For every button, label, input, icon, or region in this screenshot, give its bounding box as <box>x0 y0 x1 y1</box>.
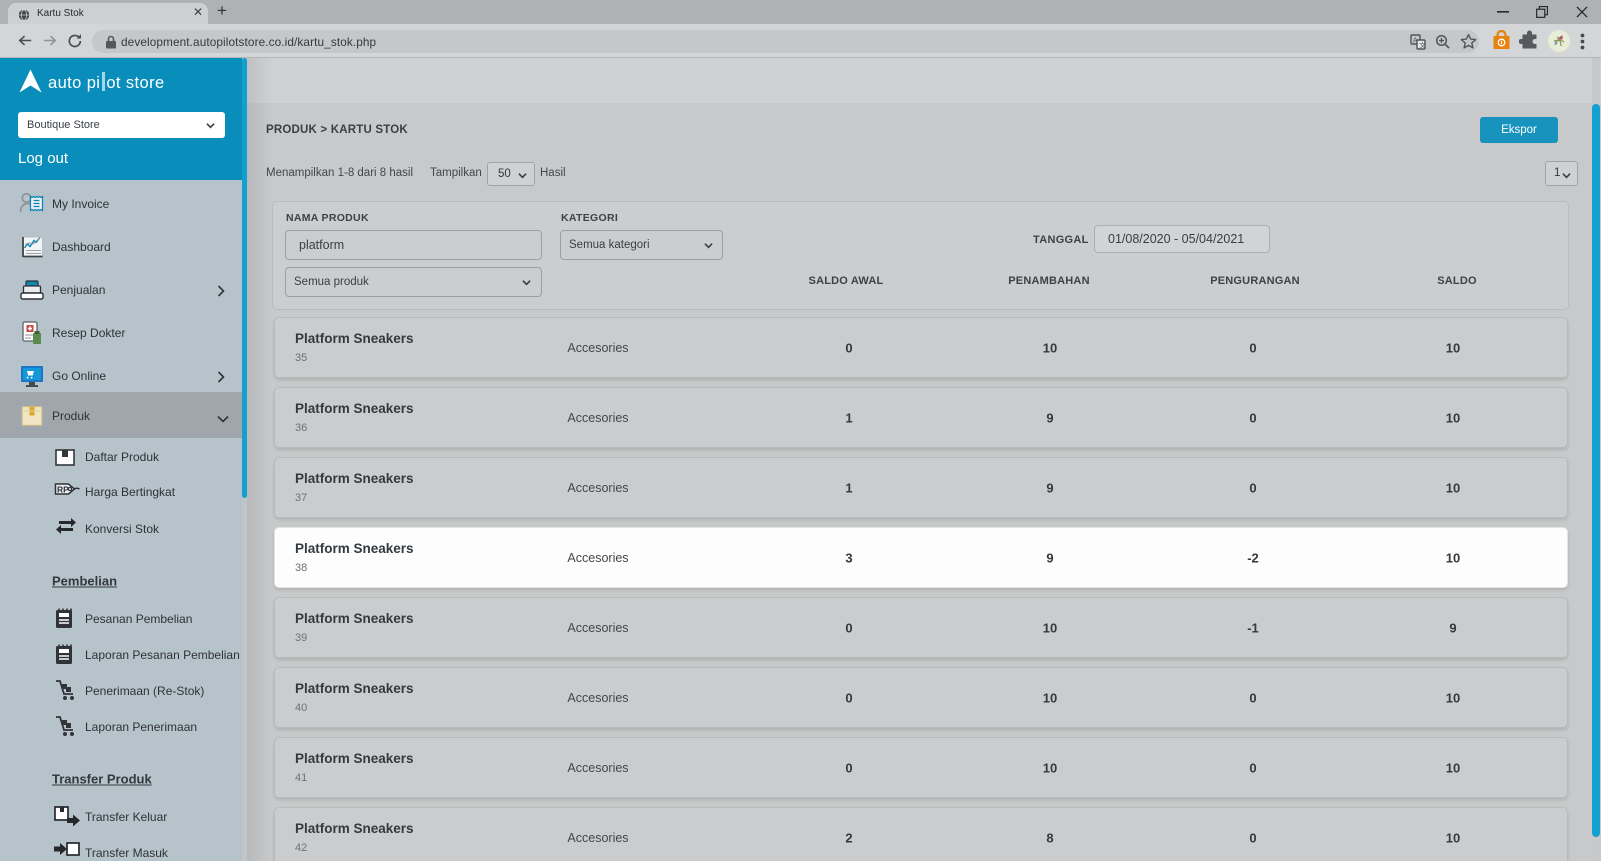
svg-text:文: 文 <box>1419 41 1426 50</box>
svg-text:RP: RP <box>57 484 69 494</box>
